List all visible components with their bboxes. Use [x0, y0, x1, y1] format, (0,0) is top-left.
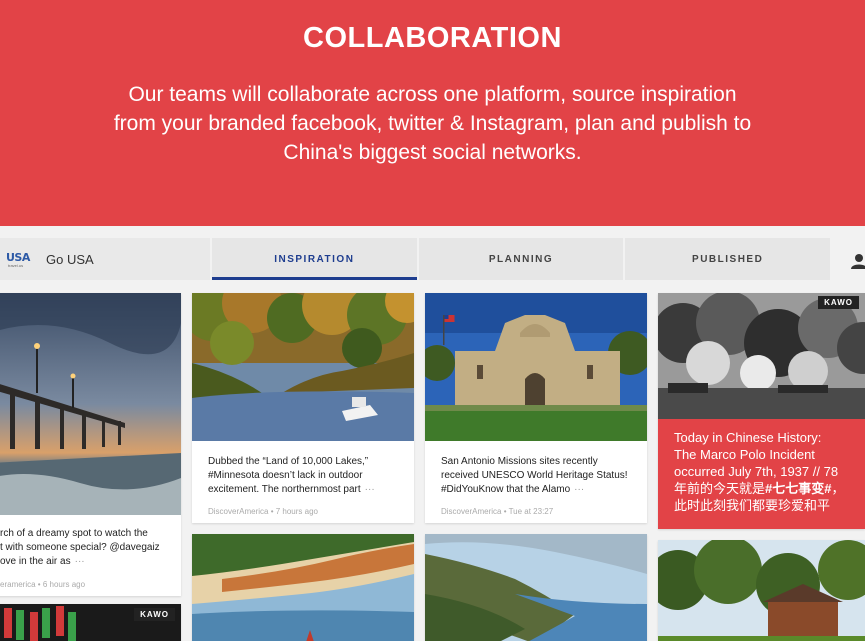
- tab-published[interactable]: PUBLISHED: [625, 238, 831, 280]
- post-image-cliffs: [192, 534, 414, 641]
- hero-description: Our teams will collaborate across one pl…: [40, 80, 825, 167]
- brand-selector[interactable]: USA travel.us Go USA: [0, 238, 210, 280]
- post-card-coast[interactable]: [425, 534, 647, 641]
- kawo-badge: KAWO: [134, 608, 175, 621]
- post-caption: rch of a dreamy spot to watch the t with…: [0, 528, 160, 567]
- hero-line-2: from your branded facebook, twitter & In…: [113, 112, 752, 135]
- post-image-stocks: KAWO: [0, 604, 181, 641]
- post-source: eramerica: [0, 580, 36, 589]
- usa-logo: USA travel.us: [6, 248, 36, 270]
- brand-name: Go USA: [46, 251, 94, 267]
- post-card-alamo[interactable]: San Antonio Missions sites recently rece…: [425, 293, 647, 523]
- hashtag[interactable]: #七七事变#: [765, 481, 831, 496]
- more-ellipsis[interactable]: ···: [365, 484, 375, 495]
- hero-line-1: Our teams will collaborate across one pl…: [128, 83, 737, 106]
- post-image-alamo: [425, 293, 647, 441]
- post-card-estate[interactable]: [658, 540, 865, 641]
- post-card-minnesota[interactable]: Dubbed the “Land of 10,000 Lakes,” #Minn…: [192, 293, 414, 523]
- post-time: 7 hours ago: [275, 507, 318, 516]
- post-source: DiscoverAmerica: [208, 507, 269, 516]
- post-card-pier[interactable]: rch of a dreamy spot to watch the t with…: [0, 293, 181, 596]
- post-caption: Dubbed the “Land of 10,000 Lakes,” #Minn…: [208, 456, 375, 495]
- kawo-badge: KAWO: [818, 296, 859, 309]
- post-source: DiscoverAmerica: [441, 507, 502, 516]
- post-card-cliffs[interactable]: [192, 534, 414, 641]
- post-card-stocks[interactable]: KAWO: [0, 604, 181, 641]
- post-meta: eramerica • 6 hours ago: [0, 580, 86, 589]
- post-image-pier: [0, 293, 181, 515]
- post-meta: DiscoverAmerica • 7 hours ago: [208, 507, 318, 516]
- post-image-history: KAWO: [658, 293, 865, 419]
- post-time: 6 hours ago: [42, 580, 86, 589]
- history-caption: Today in Chinese History: The Marco Polo…: [674, 430, 845, 513]
- hero-title: COLLABORATION: [303, 22, 562, 54]
- post-meta: DiscoverAmerica • Tue at 23:27: [441, 507, 554, 516]
- user-icon[interactable]: [848, 252, 865, 269]
- post-image-estate: [658, 540, 865, 641]
- logo-subtext: travel.us: [8, 263, 24, 268]
- top-bar: USA travel.us Go USA INSPIRATION PLANNIN…: [0, 238, 865, 294]
- more-ellipsis[interactable]: ···: [574, 484, 584, 495]
- post-caption: San Antonio Missions sites recently rece…: [441, 456, 628, 495]
- main-tabs: INSPIRATION PLANNING PUBLISHED: [212, 238, 832, 280]
- post-image-minnesota: [192, 293, 414, 441]
- post-image-coast: [425, 534, 647, 641]
- tab-planning[interactable]: PLANNING: [418, 238, 624, 280]
- post-card-chinese-history[interactable]: KAWO Today in Chinese History: The Marco…: [658, 293, 865, 529]
- app-screenshot: USA travel.us Go USA INSPIRATION PLANNIN…: [0, 226, 865, 641]
- tab-inspiration[interactable]: INSPIRATION: [212, 238, 417, 280]
- post-time: Tue at 23:27: [508, 507, 554, 516]
- more-ellipsis[interactable]: ···: [75, 556, 85, 567]
- hero-line-3: China's biggest social networks.: [283, 141, 582, 164]
- hero-banner: COLLABORATION Our teams will collaborate…: [0, 0, 865, 226]
